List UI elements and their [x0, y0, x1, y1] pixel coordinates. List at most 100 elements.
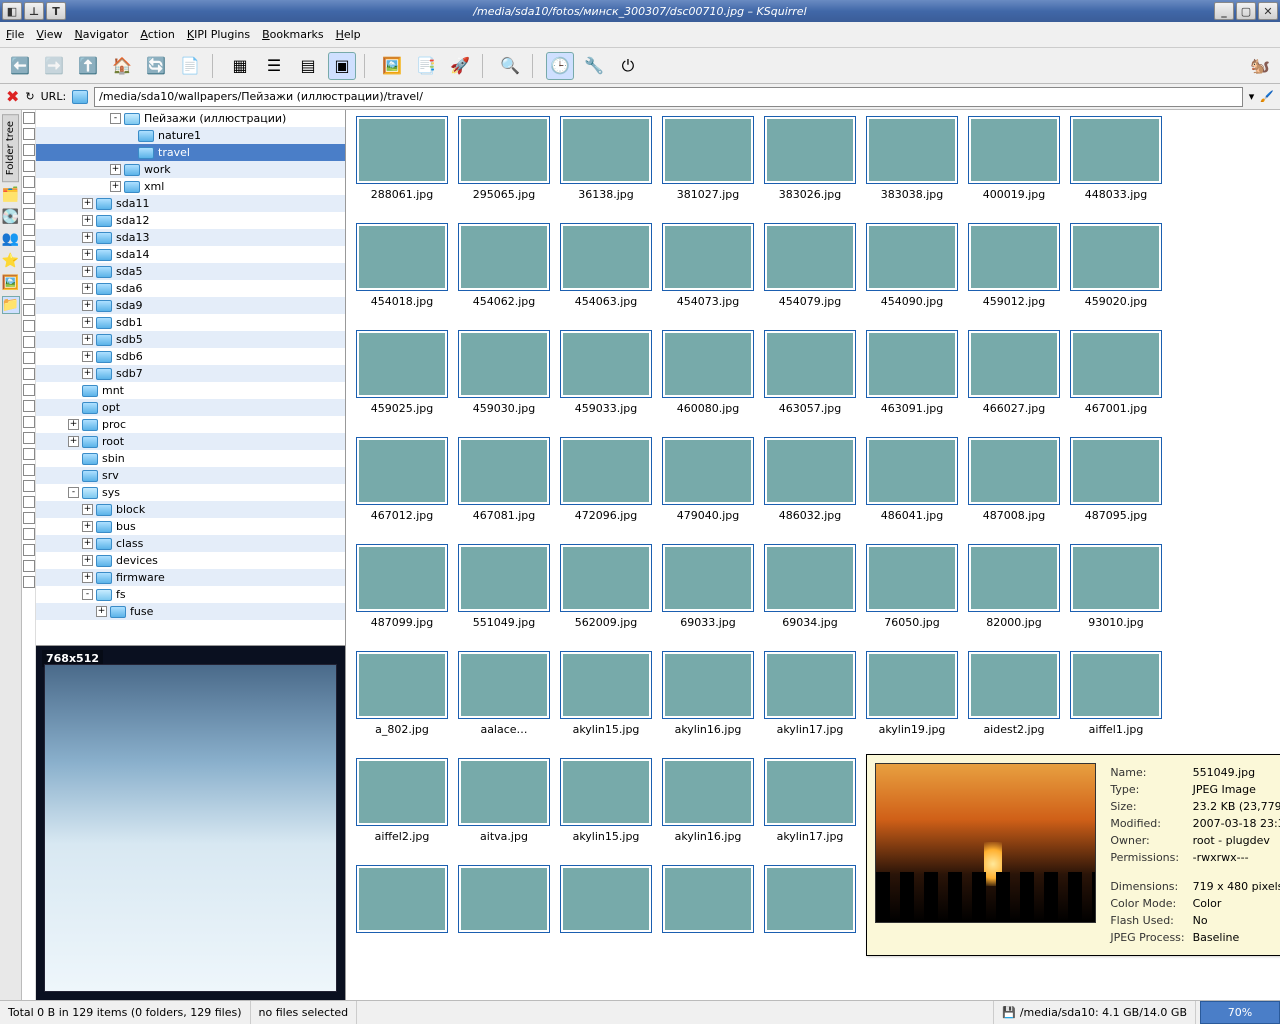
zoom-icon[interactable]: 🔍: [496, 52, 524, 80]
thumbnail[interactable]: 454063.jpg: [558, 223, 654, 308]
tree-checkbox[interactable]: [23, 160, 35, 172]
thumbnail-pane[interactable]: 288061.jpg295065.jpg36138.jpg381027.jpg3…: [346, 110, 1280, 1000]
thumbnail[interactable]: [660, 865, 756, 937]
expand-icon[interactable]: +: [82, 555, 93, 566]
thumbnail[interactable]: 454073.jpg: [660, 223, 756, 308]
expand-icon[interactable]: +: [82, 300, 93, 311]
thumbnail[interactable]: [456, 865, 552, 937]
thumbnail[interactable]: 486041.jpg: [864, 437, 960, 522]
expand-icon[interactable]: +: [96, 606, 107, 617]
menu-view[interactable]: View: [36, 28, 62, 41]
tree-checkbox[interactable]: [23, 112, 35, 124]
home-icon[interactable]: 🏠: [108, 52, 136, 80]
maximize-button[interactable]: ▢: [1236, 2, 1256, 20]
thumbnail[interactable]: akylin15.jpg: [558, 758, 654, 843]
tree-node-sdb7[interactable]: +sdb7: [36, 365, 345, 382]
tree-node-sda11[interactable]: +sda11: [36, 195, 345, 212]
view-list-icon[interactable]: ☰: [260, 52, 288, 80]
thumbnail[interactable]: akylin19.jpg: [864, 651, 960, 736]
thumbnail[interactable]: 448033.jpg: [1068, 116, 1164, 201]
tree-node-sda13[interactable]: +sda13: [36, 229, 345, 246]
tree-checkbox[interactable]: [23, 528, 35, 540]
up-icon[interactable]: ⬆️: [74, 52, 102, 80]
side-categories-icon[interactable]: 🗂️: [2, 186, 20, 204]
expand-icon[interactable]: -: [68, 487, 79, 498]
tree-checkbox[interactable]: [23, 496, 35, 508]
tree-node-proc[interactable]: +proc: [36, 416, 345, 433]
expand-icon[interactable]: -: [110, 113, 121, 124]
thumbnail[interactable]: 487008.jpg: [966, 437, 1062, 522]
tree-node-srv[interactable]: srv: [36, 467, 345, 484]
tree-node-nature1[interactable]: nature1: [36, 127, 345, 144]
thumbnail[interactable]: 454018.jpg: [354, 223, 450, 308]
thumbnail[interactable]: aidest2.jpg: [966, 651, 1062, 736]
thumbnail[interactable]: [558, 865, 654, 937]
tree-checkbox[interactable]: [23, 176, 35, 188]
tree-checkbox[interactable]: [23, 320, 35, 332]
side-favorites-icon[interactable]: ⭐: [2, 252, 20, 270]
tree-checkbox[interactable]: [23, 368, 35, 380]
thumbnail[interactable]: 383026.jpg: [762, 116, 858, 201]
tree-checkbox[interactable]: [23, 272, 35, 284]
thumbnail[interactable]: [762, 865, 858, 937]
tree-node-firmware[interactable]: +firmware: [36, 569, 345, 586]
thumbnail[interactable]: akylin17.jpg: [762, 651, 858, 736]
thumbnail[interactable]: 463091.jpg: [864, 330, 960, 415]
thumbnail[interactable]: 487095.jpg: [1068, 437, 1164, 522]
tree-checkbox[interactable]: [23, 432, 35, 444]
tree-node-travel[interactable]: travel: [36, 144, 345, 161]
thumbnail[interactable]: 69033.jpg: [660, 544, 756, 629]
tree-checkbox[interactable]: [23, 576, 35, 588]
tree-checkbox[interactable]: [23, 560, 35, 572]
tree-node-bus[interactable]: +bus: [36, 518, 345, 535]
tree-node-work[interactable]: +work: [36, 161, 345, 178]
side-people-icon[interactable]: 👥: [2, 230, 20, 248]
launch-icon[interactable]: 🚀: [446, 52, 474, 80]
ontop-icon[interactable]: T: [46, 2, 66, 20]
menu-action[interactable]: Action: [140, 28, 174, 41]
menu-kipi[interactable]: KIPI Plugins: [187, 28, 250, 41]
expand-icon[interactable]: -: [82, 589, 93, 600]
expand-icon[interactable]: +: [82, 215, 93, 226]
tree-checkbox[interactable]: [23, 448, 35, 460]
forward-icon[interactable]: ➡️: [40, 52, 68, 80]
tree-node-sys[interactable]: -sys: [36, 484, 345, 501]
tree-node-sda9[interactable]: +sda9: [36, 297, 345, 314]
reload-url-icon[interactable]: ↻: [25, 90, 34, 103]
newtab-icon[interactable]: 📄: [176, 52, 204, 80]
tree-checkbox[interactable]: [23, 192, 35, 204]
thumbnail[interactable]: [354, 865, 450, 937]
thumbnail[interactable]: 381027.jpg: [660, 116, 756, 201]
tree-checkbox[interactable]: [23, 336, 35, 348]
tree-checkbox[interactable]: [23, 352, 35, 364]
url-brush-icon[interactable]: 🖌️: [1260, 90, 1274, 103]
side-tab-folder-tree[interactable]: Folder tree: [2, 114, 19, 182]
thumbnail[interactable]: 460080.jpg: [660, 330, 756, 415]
tree-checkbox[interactable]: [23, 240, 35, 252]
thumbnail[interactable]: 463057.jpg: [762, 330, 858, 415]
menu-navigator[interactable]: Navigator: [75, 28, 129, 41]
menu-help[interactable]: Help: [336, 28, 361, 41]
expand-icon[interactable]: +: [110, 164, 121, 175]
tree-checkbox[interactable]: [23, 384, 35, 396]
close-button[interactable]: ✕: [1258, 2, 1278, 20]
thumbnail[interactable]: 459033.jpg: [558, 330, 654, 415]
power-icon[interactable]: ⏻: [614, 52, 642, 80]
thumbnail[interactable]: 467081.jpg: [456, 437, 552, 522]
minimize-button[interactable]: _: [1214, 2, 1234, 20]
thumbnail[interactable]: 93010.jpg: [1068, 544, 1164, 629]
thumbnail[interactable]: 472096.jpg: [558, 437, 654, 522]
clock-icon[interactable]: 🕒: [546, 52, 574, 80]
expand-icon[interactable]: +: [82, 538, 93, 549]
tree-node-sda14[interactable]: +sda14: [36, 246, 345, 263]
expand-icon[interactable]: +: [82, 232, 93, 243]
tree-checkbox[interactable]: [23, 128, 35, 140]
thumbnail[interactable]: aalace…: [456, 651, 552, 736]
tree-checkbox[interactable]: [23, 416, 35, 428]
tree-checkbox[interactable]: [23, 304, 35, 316]
appmenu-icon[interactable]: ◧: [2, 2, 22, 20]
tree-checkbox[interactable]: [23, 544, 35, 556]
thumbnail[interactable]: 454062.jpg: [456, 223, 552, 308]
thumbnail[interactable]: 487099.jpg: [354, 544, 450, 629]
tree-node-opt[interactable]: opt: [36, 399, 345, 416]
